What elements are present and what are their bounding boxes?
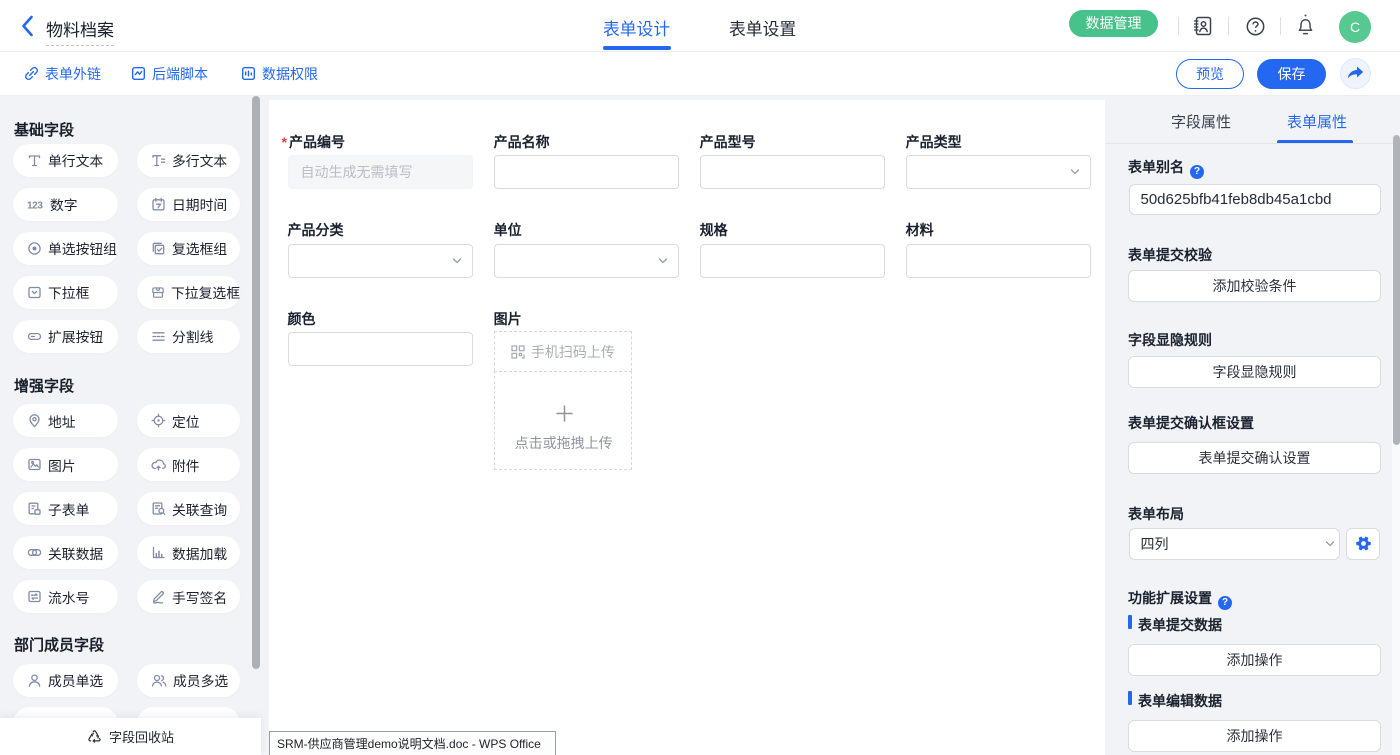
svg-text:123: 123	[27, 200, 43, 211]
